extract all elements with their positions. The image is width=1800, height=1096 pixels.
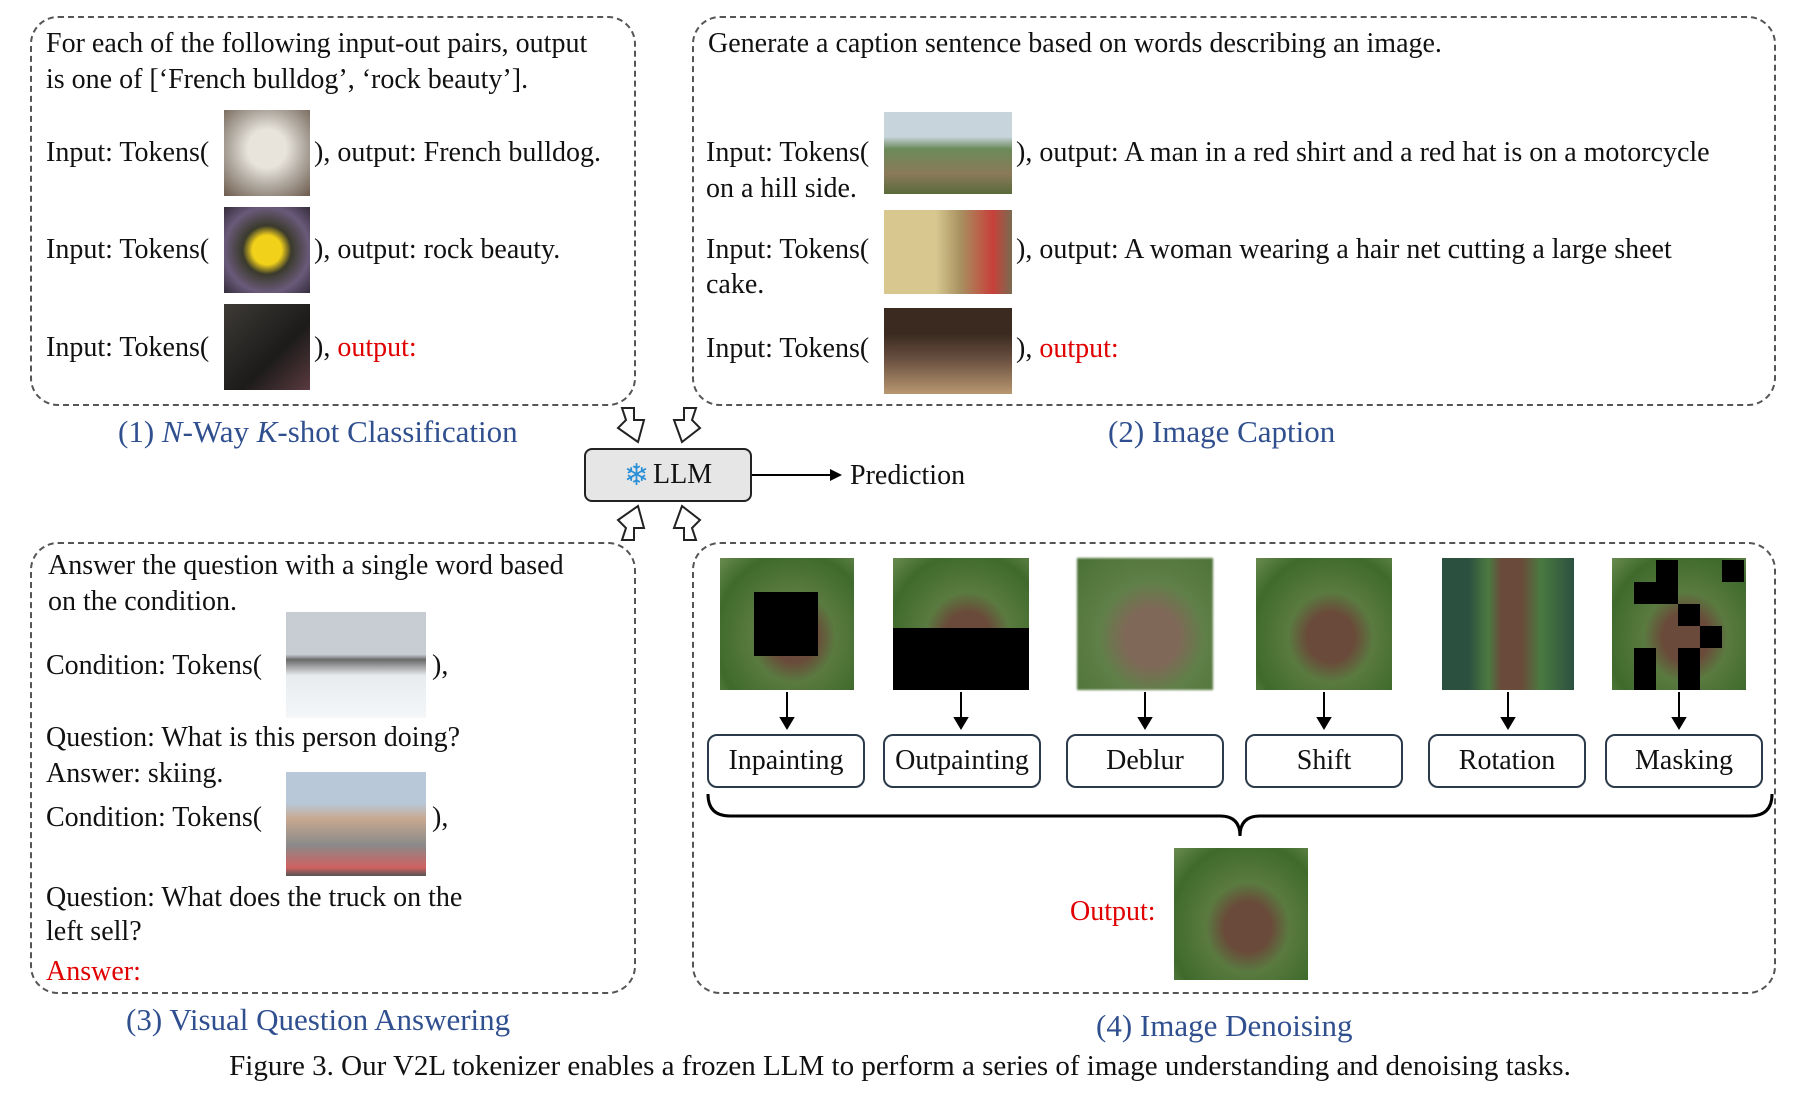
rotation-input-image [1442,558,1574,690]
cap1-way: -Way [182,414,257,449]
p2-row2-suffix: ), output: A woman wearing a hair net cu… [1016,234,1672,265]
mask-patch [1678,604,1700,626]
p3-intro-line2: on the condition. [48,586,237,617]
p1-intro-line1: For each of the following input-out pair… [46,28,588,59]
inpainting-input-image [720,558,854,690]
p3-answer1: Answer: skiing. [46,758,224,789]
caption-classification: (1) N-Way K-shot Classification [118,414,518,450]
p1-row2-prefix: Input: Tokens( [46,234,210,265]
mask-patch [1656,560,1678,582]
p1-row1-prefix: Input: Tokens( [46,137,210,168]
deblur-input-image [1077,558,1213,690]
llm-label: LLM [653,459,713,490]
merge-brace [706,793,1774,837]
output-label-red: Output: [1070,896,1156,927]
snowflake-icon: ❄ [623,457,650,493]
p1-row3-suffix-black: ), [314,332,338,363]
p3-cond2: Condition: Tokens( [46,802,263,833]
p3-question1: Question: What is this person doing? [46,722,460,753]
masking-input-image [1612,558,1746,690]
p2-row3-prefix: Input: Tokens( [706,333,870,364]
op-rotation: Rotation [1428,734,1586,788]
prediction-label: Prediction [850,460,966,491]
inpainting-black-square [754,592,818,656]
caption-vqa: (3) Visual Question Answering [126,1002,511,1037]
arrow-from-panel4 [672,504,702,541]
op-deblur: Deblur [1066,734,1224,788]
p2-row1-prefix: Input: Tokens( [706,137,870,168]
p2-row2-cont: cake. [706,269,765,300]
rock-beauty-image [224,207,310,293]
p3-question2-line1: Question: What does the truck on the [46,882,463,913]
op-outpainting: Outpainting [883,734,1041,788]
p2-row3-suffix: ), output: [1016,331,1119,367]
cap1-num: (1) [118,414,162,449]
mask-patch [1634,670,1656,690]
cap1-rest: -shot Classification [277,414,518,449]
p2-row3-suffix-black: ), [1016,333,1040,364]
p2-row1-cont: on a hill side. [706,173,857,204]
p3-close2: ), [432,802,449,833]
mask-patch [1700,626,1722,648]
p3-close1: ), [432,650,449,681]
cap1-k: K [256,414,278,449]
p2-intro: Generate a caption sentence based on wor… [708,28,1442,59]
truck-image [286,772,426,876]
shift-input-image [1256,558,1392,690]
prediction-arrow-line [752,474,832,476]
caption-denoising: (4) Image Denoising [1096,1008,1353,1043]
op-inpainting: Inpainting [707,734,865,788]
llm-box: ❄ LLM [584,448,752,502]
p3-answer-red: Answer: [46,956,141,987]
op-masking: Masking [1605,734,1763,788]
op-down-arrows [779,692,1687,730]
p2-row1-suffix: ), output: A man in a red shirt and a re… [1016,137,1710,168]
mask-patch [1722,560,1744,582]
arrow-from-panel2 [672,407,702,444]
p1-intro-line2: is one of [‘French bulldog’, ‘rock beaut… [46,64,529,95]
p1-row3-output-red: output: [337,332,417,363]
outpainting-input-image [893,558,1029,690]
query-dog-image [224,304,310,390]
p1-row2-suffix: ), output: rock beauty. [314,234,561,265]
caption-image-caption: (2) Image Caption [1108,414,1336,449]
op-shift: Shift [1245,734,1403,788]
query-kitchen-image [884,308,1012,394]
p2-row3-output-red: output: [1039,333,1119,364]
figure-caption: Figure 3. Our V2L tokenizer enables a fr… [229,1050,1571,1082]
mask-patch [1634,582,1678,604]
mask-patch [1678,670,1700,690]
p2-row2-prefix: Input: Tokens( [706,234,870,265]
mask-patch [1678,648,1700,670]
arrow-from-panel1 [616,407,646,444]
motorcycle-image [884,112,1012,194]
p3-question2-line2: left sell? [46,916,142,947]
cake-cutting-image [884,210,1012,294]
french-bulldog-image [224,110,310,196]
p3-intro-line1: Answer the question with a single word b… [48,550,564,581]
arrow-from-panel3 [616,504,646,541]
p3-cond1: Condition: Tokens( [46,650,263,681]
p1-row1-suffix: ), output: French bulldog. [314,137,601,168]
p1-row3-prefix: Input: Tokens( [46,332,210,363]
outpainting-black-region [893,628,1029,690]
cap1-n: N [161,414,183,449]
skiing-image [286,612,426,718]
denoised-output-image [1174,848,1308,980]
prediction-arrow-head [830,469,842,481]
p1-row3-suffix: ), output: [314,330,417,366]
mask-patch [1634,648,1656,670]
